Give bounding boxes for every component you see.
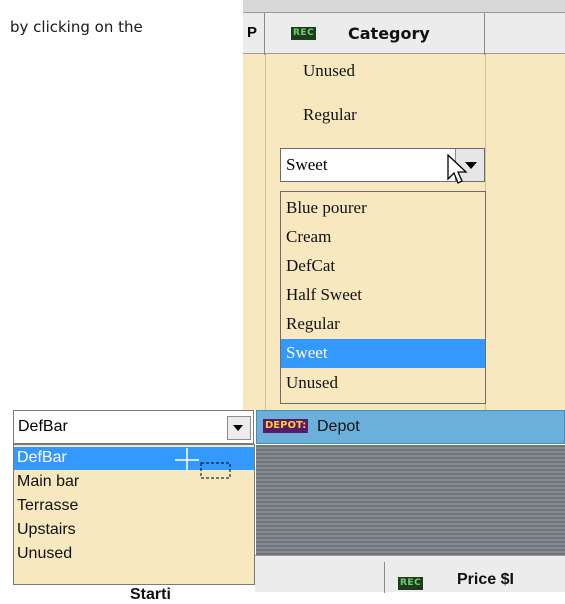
category-dropdown-list[interactable]: Blue pourer Cream DefCat Half Sweet Regu…	[280, 191, 486, 404]
dropdown-option[interactable]: Cream	[281, 223, 485, 252]
drag-cursor-icon	[175, 448, 231, 479]
dropdown-option[interactable]: Unused	[14, 543, 254, 566]
dropdown-option-selected[interactable]: Sweet	[281, 339, 485, 368]
column-header-partial[interactable]: Starti	[130, 586, 171, 604]
dropdown-option[interactable]: Upstairs	[14, 519, 254, 542]
column-header-price[interactable]: Price $I	[457, 571, 514, 589]
dropdown-option[interactable]: Half Sweet	[281, 281, 485, 310]
grid-cell[interactable]: Regular	[303, 105, 357, 125]
bar-combo[interactable]: DefBar	[13, 410, 254, 444]
dropdown-option[interactable]: Regular	[281, 310, 485, 339]
dropdown-button[interactable]	[227, 416, 251, 440]
grid-header: P REC Category	[243, 12, 565, 55]
grid-dark-rows	[256, 445, 565, 555]
depot-icon: DEPOT:	[263, 419, 309, 433]
document-text: by clicking on the	[10, 18, 143, 36]
dropdown-option[interactable]: DefCat	[281, 252, 485, 281]
grid-cell[interactable]: Unused	[303, 61, 355, 81]
combo-value: DefBar	[18, 418, 68, 435]
grid-column-divider	[265, 54, 266, 410]
rec-icon: REC	[398, 577, 424, 590]
depot-label: Depot	[317, 418, 360, 435]
category-grid: P REC Category Unused Regular Sweet Blue…	[243, 0, 565, 410]
dropdown-option[interactable]: Unused	[281, 369, 485, 398]
bar-selector-area: DefBar DEPOT: Depot REC Price $I Starti …	[0, 410, 565, 603]
column-header-label: Category	[348, 24, 430, 43]
bottom-grid-header: REC Price $I	[255, 555, 565, 593]
mouse-pointer-icon	[447, 154, 468, 184]
rec-icon: REC	[291, 27, 317, 40]
combo-value: Sweet	[286, 155, 328, 174]
column-header-category[interactable]: REC Category	[266, 13, 485, 55]
chevron-down-icon	[233, 425, 243, 431]
depot-row[interactable]: DEPOT: Depot	[256, 410, 565, 444]
dropdown-option[interactable]: Terrasse	[14, 495, 254, 518]
grid-top-strip	[243, 0, 565, 12]
dropdown-option[interactable]: Blue pourer	[281, 194, 485, 223]
header-divider	[384, 562, 385, 593]
column-header-p[interactable]: P	[243, 13, 265, 55]
